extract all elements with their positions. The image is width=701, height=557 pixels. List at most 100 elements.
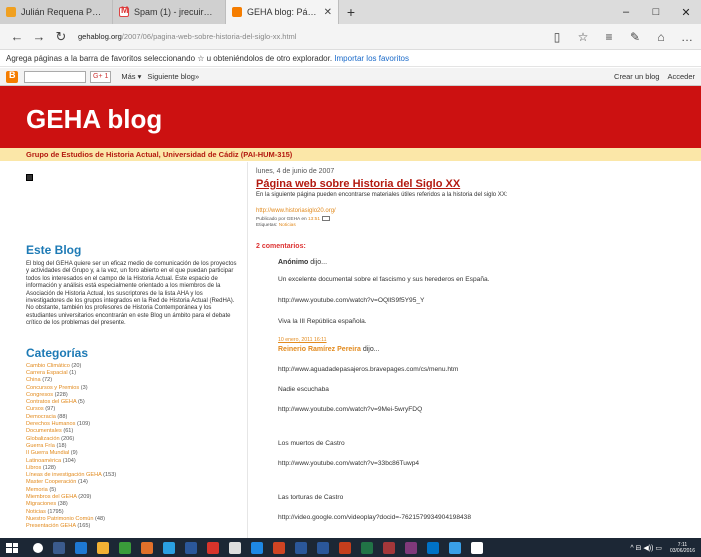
share-icon[interactable]: ⌂	[653, 30, 669, 44]
task-view-icon[interactable]	[53, 541, 65, 554]
app-icon[interactable]	[471, 541, 483, 554]
about-heading: Este Blog	[26, 243, 82, 257]
edge-icon[interactable]	[75, 541, 87, 554]
labels-prefix: Etiquetas:	[256, 222, 278, 228]
post-title[interactable]: Página web sobre Historia del Siglo XX	[256, 178, 686, 190]
app-icon[interactable]	[141, 541, 153, 554]
category-item[interactable]: II Guerra Mundial (9)	[26, 450, 237, 457]
access-icon[interactable]	[383, 541, 395, 554]
post-meta: Publicado por GEHA en 13:51 Etiquetas: N…	[256, 216, 686, 229]
print-icon[interactable]	[26, 174, 33, 181]
comment-line: http://www.youtube.com/watch?v=33bc86Tuw…	[278, 459, 420, 467]
category-item[interactable]: Documentales (61)	[26, 428, 237, 435]
reading-view-icon[interactable]: ▯	[549, 30, 565, 44]
store-icon[interactable]	[119, 541, 131, 554]
category-item[interactable]: Noticias (1795)	[26, 509, 237, 516]
comment-line: Un excelente documental sobre el fascism…	[278, 275, 490, 283]
category-item[interactable]: Master Cooperación (14)	[26, 479, 237, 486]
notes-icon[interactable]: ✎	[627, 30, 643, 44]
category-item[interactable]: Concursos y Premios (3)	[26, 385, 237, 392]
close-window-button[interactable]: ✕	[671, 0, 701, 24]
category-item[interactable]: China (72)	[26, 377, 237, 384]
blog-header: GEHA blog	[0, 86, 701, 148]
powerpoint-icon[interactable]	[273, 541, 285, 554]
category-item[interactable]: Contratos del GEHA (5)	[26, 399, 237, 406]
url-field[interactable]: gehablog.org/2007/06/pagina-web-sobre-hi…	[78, 28, 541, 46]
next-blog-link[interactable]: Siguiente blog»	[147, 72, 199, 81]
browser-tab-2[interactable]: Spam (1) - jrecuir@gmail.co	[113, 0, 226, 24]
blog-title[interactable]: GEHA blog	[26, 104, 162, 135]
clock[interactable]: 7:11 03/06/2016	[670, 542, 695, 554]
create-blog-link[interactable]: Crear un blog	[614, 72, 659, 81]
toolbar-right: ▯ ☆ ≡ ✎ ⌂ …	[549, 30, 695, 44]
category-item[interactable]: Nuestro Patrimonio Común (48)	[26, 516, 237, 523]
system-tray[interactable]: ^ ⊟ ◀)) ▭	[630, 544, 662, 552]
search-icon[interactable]	[33, 542, 43, 553]
outlook-icon[interactable]	[427, 541, 439, 554]
browser-tab-3-active[interactable]: GEHA blog: Página web ✕	[226, 0, 339, 24]
file-explorer-icon[interactable]	[97, 541, 109, 554]
comment-author: Reinerio Ramírez Pereira dijo...	[278, 345, 380, 353]
url-domain: gehablog.org	[78, 32, 122, 41]
app-icon[interactable]	[163, 541, 175, 554]
category-item[interactable]: Libros (128)	[26, 465, 237, 472]
new-tab-button[interactable]: +	[339, 0, 363, 24]
category-item[interactable]: Líneas de investigación GEHA (153)	[26, 472, 237, 479]
comment-line: Los muertos de Castro	[278, 439, 345, 447]
category-item[interactable]: Miembros del GEHA (209)	[26, 494, 237, 501]
category-item[interactable]: Globalización (206)	[26, 436, 237, 443]
app-icon[interactable]	[251, 541, 263, 554]
main-column: lunes, 4 de junio de 2007 Página web sob…	[256, 162, 686, 538]
blog-search-input[interactable]	[24, 70, 86, 83]
close-tab-icon[interactable]: ✕	[324, 7, 332, 18]
label-link[interactable]: Noticias	[279, 223, 296, 228]
more-menu[interactable]: Más ▾	[121, 72, 141, 81]
comment-line: Las torturas de Castro	[278, 493, 344, 501]
import-favorites-link[interactable]: Importar los favoritos	[334, 54, 409, 63]
blog-content: Este Blog El blog del GEHA quiere ser un…	[0, 162, 701, 538]
category-item[interactable]: Derechos Humanos (109)	[26, 421, 237, 428]
more-icon[interactable]: …	[679, 30, 695, 44]
category-item[interactable]: Cambio Climático (20)	[26, 363, 237, 370]
email-post-icon[interactable]	[322, 216, 331, 221]
forward-button[interactable]: →	[28, 29, 50, 44]
hub-icon[interactable]: ≡	[601, 30, 617, 44]
excel-icon[interactable]	[361, 541, 373, 554]
start-button[interactable]	[6, 542, 18, 553]
category-item[interactable]: Presentación GEHA (165)	[26, 523, 237, 530]
blogger-logo-icon[interactable]	[6, 70, 18, 83]
category-item[interactable]: Migraciones (38)	[26, 501, 237, 508]
chrome-icon[interactable]	[229, 541, 241, 554]
post-time-link[interactable]: 13:51	[308, 217, 320, 222]
refresh-button[interactable]: ↻	[50, 29, 72, 45]
word-icon[interactable]	[295, 541, 307, 554]
comment-timestamp[interactable]: 10 enero, 2011 16:11	[278, 337, 686, 343]
category-item[interactable]: Guerra Fría (18)	[26, 443, 237, 450]
publisher-icon[interactable]	[317, 541, 329, 554]
category-item[interactable]: Memoria (5)	[26, 487, 237, 494]
category-item[interactable]: Latinoamérica (104)	[26, 458, 237, 465]
comment-line: http://www.aguadadepasajeros.bravepages.…	[278, 365, 459, 373]
onenote-icon[interactable]	[405, 541, 417, 554]
comment-line: http://www.youtube.com/watch?v=OQllS9f5Y…	[278, 296, 425, 304]
post-link[interactable]: http://www.historiasiglo20.org/	[256, 208, 686, 214]
tab-strip: Julián Requena Pérez, Auto Spam (1) - jr…	[0, 0, 701, 24]
category-item[interactable]: Cursos (97)	[26, 406, 237, 413]
category-item[interactable]: Congresos (228)	[26, 392, 237, 399]
category-item[interactable]: Democracia (88)	[26, 414, 237, 421]
signin-link[interactable]: Acceder	[667, 72, 695, 81]
sidebar: Este Blog El blog del GEHA quiere ser un…	[0, 162, 245, 538]
browser-tab-1[interactable]: Julián Requena Pérez, Auto	[0, 0, 113, 24]
gplus-button[interactable]: G+ 1	[90, 70, 112, 83]
post-date: lunes, 4 de junio de 2007	[256, 168, 335, 175]
category-item[interactable]: Carrera Espacial (1)	[26, 370, 237, 377]
favorite-star-icon[interactable]: ☆	[575, 30, 591, 44]
powerpoint-icon[interactable]	[339, 541, 351, 554]
minimize-button[interactable]: –	[611, 0, 641, 24]
blogger-navbar: G+ 1 Más ▾ Siguiente blog» Crear un blog…	[0, 68, 701, 86]
app-icon[interactable]	[449, 541, 461, 554]
word-icon[interactable]	[185, 541, 197, 554]
acrobat-icon[interactable]	[207, 541, 219, 554]
back-button[interactable]: ←	[6, 29, 28, 44]
maximize-button[interactable]: □	[641, 0, 671, 24]
